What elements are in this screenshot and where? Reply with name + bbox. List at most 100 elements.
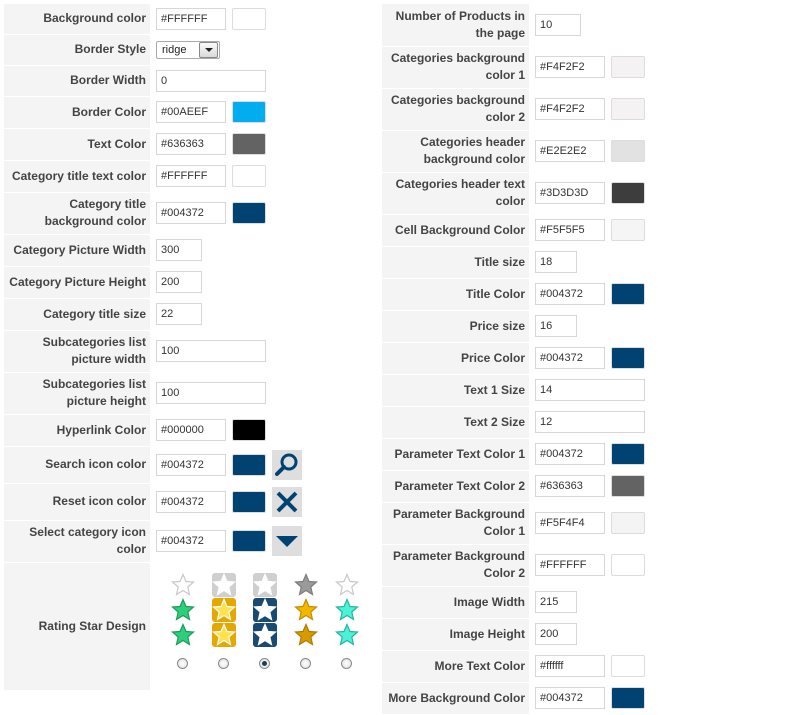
star-icon (252, 622, 277, 652)
setting-label: Border Style (4, 34, 150, 66)
background-color-input[interactable] (156, 7, 226, 30)
setting-row: Categories header background color (382, 130, 787, 173)
setting-input[interactable] (535, 182, 605, 204)
setting-label: Border Color (4, 96, 150, 129)
color-swatch[interactable] (611, 219, 645, 241)
color-swatch[interactable] (611, 443, 645, 465)
setting-input[interactable] (535, 687, 605, 709)
setting-label: Title Color (382, 278, 529, 311)
setting-label: Background color (4, 4, 150, 35)
setting-label: Categories header background color (382, 130, 529, 173)
select-category-icon-color-swatch[interactable] (232, 530, 266, 552)
setting-row: Border Color (4, 96, 372, 129)
star-icon (170, 622, 195, 652)
color-swatch[interactable] (611, 182, 645, 204)
setting-row: Title size (382, 246, 787, 279)
setting-input[interactable] (535, 56, 605, 78)
category-title-text-color-input[interactable] (156, 165, 226, 187)
category-title-bg-color-swatch[interactable] (232, 202, 266, 224)
color-swatch[interactable] (611, 687, 645, 709)
setting-input[interactable] (535, 443, 605, 465)
setting-label: Select category icon color (4, 520, 150, 563)
color-swatch[interactable] (611, 283, 645, 305)
setting-row: Image Height (382, 618, 787, 651)
setting-row: Text 1 Size (382, 374, 787, 407)
setting-label: Search icon color (4, 446, 150, 484)
setting-row: Price size (382, 310, 787, 343)
setting-row: Number of Products in the page (382, 4, 787, 47)
setting-row: Text 2 Size (382, 406, 787, 439)
setting-label: Hyperlink Color (4, 414, 150, 447)
setting-row: Rating Star Design (4, 562, 372, 691)
setting-label: Border Width (4, 65, 150, 97)
search-icon-color-swatch[interactable] (232, 453, 266, 476)
color-swatch[interactable] (611, 512, 645, 534)
color-swatch[interactable] (611, 140, 645, 162)
setting-label: Number of Products in the page (382, 4, 529, 47)
color-swatch[interactable] (611, 554, 645, 576)
category-title-bg-color-input[interactable] (156, 202, 226, 224)
select-category-icon-color-input[interactable] (156, 530, 226, 552)
setting-input[interactable] (535, 140, 605, 162)
left-settings-panel: Background color Border Style ridge Bord… (4, 4, 372, 691)
setting-row: Text Color (4, 128, 372, 161)
setting-input[interactable] (535, 554, 605, 576)
star-design-radio-4[interactable] (300, 658, 311, 669)
star-icon (293, 622, 318, 652)
setting-input[interactable] (535, 283, 605, 305)
color-swatch[interactable] (611, 655, 645, 677)
star-design-radio-2[interactable] (218, 658, 229, 669)
setting-row: Categories header text color (382, 172, 787, 215)
color-swatch[interactable] (611, 98, 645, 120)
subcategories-picture-height-input[interactable] (156, 382, 266, 404)
hyperlink-color-input[interactable] (156, 419, 226, 441)
setting-input[interactable] (535, 13, 581, 36)
color-swatch[interactable] (611, 475, 645, 497)
setting-input[interactable] (535, 347, 605, 369)
setting-input[interactable] (535, 623, 577, 645)
star-design-radio-3[interactable] (259, 658, 270, 669)
background-color-swatch[interactable] (232, 7, 266, 30)
star-icon (334, 622, 359, 652)
subcategories-picture-width-input[interactable] (156, 340, 266, 362)
setting-row: Search icon color (4, 446, 372, 484)
border-width-input[interactable] (156, 69, 266, 92)
setting-row: Categories background color 2 (382, 88, 787, 131)
category-title-text-color-swatch[interactable] (232, 165, 266, 187)
color-swatch[interactable] (611, 56, 645, 78)
setting-input[interactable] (535, 411, 645, 433)
border-style-select[interactable]: ridge (156, 40, 220, 59)
text-color-swatch[interactable] (232, 133, 266, 155)
setting-input[interactable] (535, 219, 605, 241)
reset-icon-color-swatch[interactable] (232, 490, 266, 513)
category-title-size-input[interactable] (156, 303, 202, 325)
reset-icon-color-input[interactable] (156, 490, 226, 513)
hyperlink-color-swatch[interactable] (232, 419, 266, 441)
setting-label: Text 1 Size (382, 374, 529, 407)
setting-label: Category title background color (4, 192, 150, 235)
setting-input[interactable] (535, 512, 605, 534)
border-color-swatch[interactable] (232, 101, 266, 123)
border-color-input[interactable] (156, 101, 226, 123)
setting-input[interactable] (535, 315, 577, 337)
setting-input[interactable] (535, 379, 645, 401)
category-picture-height-input[interactable] (156, 271, 202, 293)
setting-row: More Text Color (382, 650, 787, 683)
search-icon-color-input[interactable] (156, 453, 226, 476)
setting-label: Category Picture Height (4, 266, 150, 299)
left-settings-table: Background color Border Style ridge Bord… (4, 4, 372, 691)
star-design-radio-5[interactable] (341, 658, 352, 669)
setting-row: Subcategories list picture height (4, 372, 372, 415)
text-color-input[interactable] (156, 133, 226, 155)
setting-input[interactable] (535, 475, 605, 497)
color-swatch[interactable] (611, 347, 645, 369)
setting-input[interactable] (535, 655, 605, 677)
setting-row: Parameter Background Color 1 (382, 502, 787, 545)
setting-input[interactable] (535, 591, 577, 613)
setting-input[interactable] (535, 98, 605, 120)
setting-row: Category Picture Width (4, 234, 372, 267)
star-design-radio-1[interactable] (177, 658, 188, 669)
category-picture-width-input[interactable] (156, 239, 202, 261)
setting-input[interactable] (535, 251, 577, 273)
setting-row: Categories background color 1 (382, 46, 787, 89)
